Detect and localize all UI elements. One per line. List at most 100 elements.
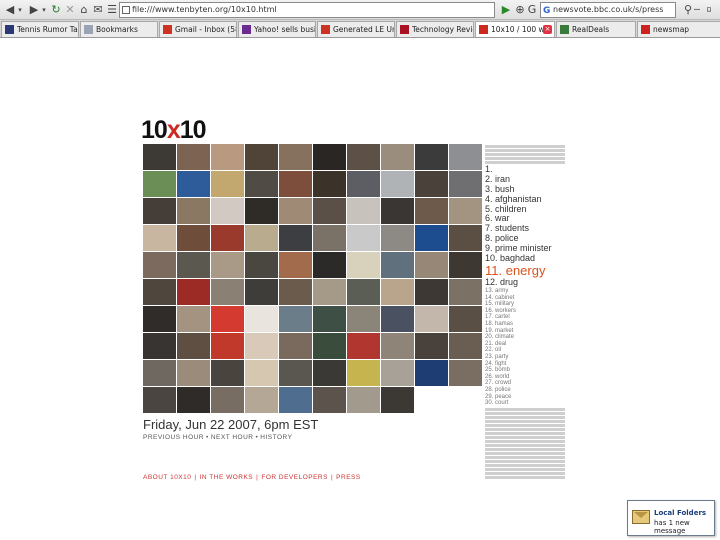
photo-tile[interactable]	[415, 144, 449, 171]
photo-tile[interactable]	[449, 225, 483, 252]
photo-tile[interactable]	[381, 387, 415, 414]
photo-tile[interactable]	[347, 144, 381, 171]
forward-dropdown-icon[interactable]: ▾	[40, 2, 48, 18]
tab-6[interactable]: 10x10 / 100 w… ×	[475, 21, 555, 37]
word-list-item[interactable]: 19. market	[485, 328, 565, 335]
photo-tile[interactable]	[347, 198, 381, 225]
photo-tile[interactable]	[211, 171, 245, 198]
photo-tile[interactable]	[381, 144, 415, 171]
photo-tile[interactable]	[449, 144, 483, 171]
photo-tile[interactable]	[415, 279, 449, 306]
photo-tile[interactable]	[245, 144, 279, 171]
photo-tile[interactable]	[313, 279, 347, 306]
photo-tile[interactable]	[313, 360, 347, 387]
hour-nav-item[interactable]: HISTORY	[260, 434, 292, 441]
photo-tile[interactable]	[381, 171, 415, 198]
photo-tile[interactable]	[449, 198, 483, 225]
tab-0[interactable]: Tennis Rumor Tape…	[1, 21, 79, 37]
photo-tile[interactable]	[143, 144, 177, 171]
photo-tile[interactable]	[245, 279, 279, 306]
photo-tile[interactable]	[449, 360, 483, 387]
photo-tile[interactable]	[211, 198, 245, 225]
photo-tile[interactable]	[347, 306, 381, 333]
photo-tile[interactable]	[211, 333, 245, 360]
photo-tile[interactable]	[279, 306, 313, 333]
photo-tile[interactable]	[313, 252, 347, 279]
photo-tile[interactable]	[279, 387, 313, 414]
photo-tile[interactable]	[211, 225, 245, 252]
word-list-item[interactable]: 28. police	[485, 387, 565, 394]
word-list-item[interactable]: 14. cabinet	[485, 295, 565, 302]
tab-5[interactable]: Technology Review	[396, 21, 474, 37]
photo-tile[interactable]	[143, 306, 177, 333]
photo-tile[interactable]	[381, 252, 415, 279]
photo-tile[interactable]	[143, 171, 177, 198]
photo-tile[interactable]	[347, 279, 381, 306]
footer-link[interactable]: IN THE WORKS	[200, 474, 254, 481]
photo-tile[interactable]	[415, 171, 449, 198]
photo-tile[interactable]	[143, 360, 177, 387]
word-list-item[interactable]: 13. army	[485, 288, 565, 295]
photo-tile[interactable]	[415, 360, 449, 387]
tab-8[interactable]: newsmap	[637, 21, 720, 37]
photo-tile[interactable]	[245, 306, 279, 333]
photo-tile[interactable]	[313, 171, 347, 198]
word-list-item[interactable]: 26. world	[485, 374, 565, 381]
photo-tile[interactable]	[313, 144, 347, 171]
photo-tile[interactable]	[143, 198, 177, 225]
photo-tile[interactable]	[449, 252, 483, 279]
photo-tile[interactable]	[177, 333, 211, 360]
photo-tile[interactable]	[177, 225, 211, 252]
bookmarks-icon[interactable]: ☰	[104, 2, 120, 18]
photo-tile[interactable]	[245, 387, 279, 414]
photo-tile[interactable]	[279, 360, 313, 387]
photo-tile[interactable]	[177, 306, 211, 333]
word-list-item[interactable]: 12. drug	[485, 277, 565, 288]
tab-3[interactable]: Yahoo! sells business…	[238, 21, 316, 37]
footer-link[interactable]: PRESS	[336, 474, 361, 481]
word-list-item[interactable]: 18. hamas	[485, 321, 565, 328]
word-list-item[interactable]: 11. energy	[485, 263, 565, 278]
photo-tile[interactable]	[245, 225, 279, 252]
word-list-item[interactable]: 16. workers	[485, 308, 565, 315]
word-list-item[interactable]: 30. court	[485, 400, 565, 407]
word-list-item[interactable]: 23. party	[485, 354, 565, 361]
photo-tile[interactable]	[211, 360, 245, 387]
new-mail-notification[interactable]: Local Folders has 1 new message	[627, 500, 715, 536]
photo-tile[interactable]	[279, 333, 313, 360]
photo-tile[interactable]	[279, 198, 313, 225]
photo-tile[interactable]	[415, 225, 449, 252]
photo-tile[interactable]	[177, 360, 211, 387]
photo-tile[interactable]	[381, 198, 415, 225]
word-list-item[interactable]: 21. deal	[485, 341, 565, 348]
hour-nav-item[interactable]: PREVIOUS HOUR	[143, 434, 204, 441]
photo-tile[interactable]	[381, 306, 415, 333]
restore-icon[interactable]: ▫	[702, 2, 716, 18]
photo-tile[interactable]	[313, 198, 347, 225]
photo-tile[interactable]	[245, 333, 279, 360]
search-input[interactable]: G newsvote.bbc.co.uk/s/press	[540, 2, 676, 18]
photo-tile[interactable]	[279, 225, 313, 252]
photo-tile[interactable]	[347, 387, 381, 414]
photo-tile[interactable]	[347, 171, 381, 198]
photo-tile[interactable]	[449, 333, 483, 360]
photo-tile[interactable]	[177, 198, 211, 225]
photo-tile[interactable]	[211, 279, 245, 306]
photo-tile[interactable]	[347, 252, 381, 279]
word-list-item[interactable]: 25. bomb	[485, 367, 565, 374]
photo-tile[interactable]	[415, 198, 449, 225]
photo-tile[interactable]	[279, 144, 313, 171]
photo-tile[interactable]	[211, 306, 245, 333]
photo-tile[interactable]	[347, 360, 381, 387]
tab-7[interactable]: RealDeals	[556, 21, 636, 37]
photo-tile[interactable]	[347, 333, 381, 360]
word-list-item[interactable]: 22. oil	[485, 347, 565, 354]
site-logo[interactable]: 10x10	[141, 116, 207, 145]
word-list-item[interactable]: 17. cartel	[485, 314, 565, 321]
photo-tile[interactable]	[143, 225, 177, 252]
photo-tile[interactable]	[177, 171, 211, 198]
photo-tile[interactable]	[313, 225, 347, 252]
photo-tile[interactable]	[279, 279, 313, 306]
search-engine-icon[interactable]: G	[524, 2, 540, 18]
photo-tile[interactable]	[313, 306, 347, 333]
